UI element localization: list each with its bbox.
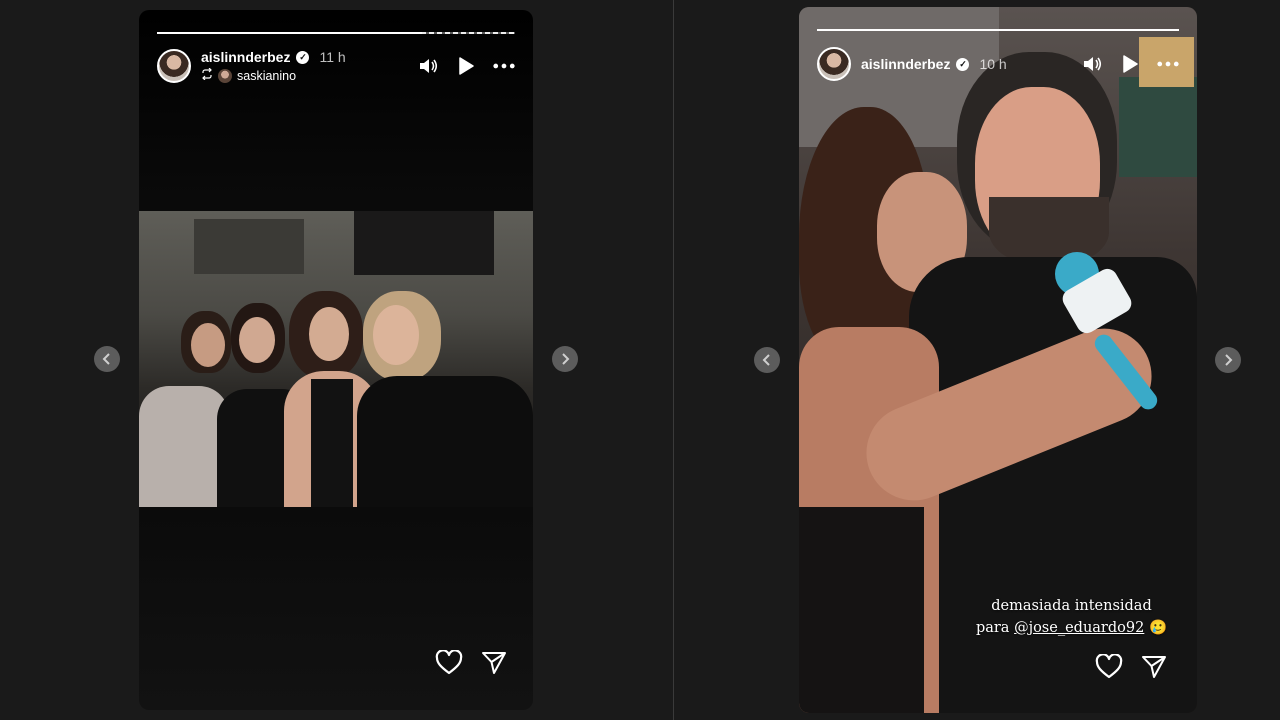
previous-story-button[interactable] (754, 347, 780, 373)
avatar[interactable] (817, 47, 851, 81)
caption-mention[interactable]: @jose_eduardo92 (1014, 620, 1144, 636)
share-icon[interactable] (481, 650, 507, 680)
avatar[interactable] (157, 49, 191, 83)
progress-segment (157, 32, 515, 34)
chevron-right-icon (562, 353, 570, 365)
caption-emoji: 🥲 (1148, 620, 1167, 636)
share-icon[interactable] (1141, 654, 1167, 684)
caption-prefix: para (975, 620, 1010, 636)
more-icon[interactable] (493, 55, 515, 77)
username[interactable]: aislinnderbez (861, 56, 950, 72)
story-progress (157, 32, 515, 34)
more-icon[interactable] (1157, 53, 1179, 75)
progress-fill (817, 29, 1179, 31)
story-card-left[interactable]: aislinnderbez ✓ 11 h saskianino (139, 10, 533, 710)
verified-icon: ✓ (296, 50, 310, 64)
chevron-left-icon (762, 354, 770, 366)
reshare-icon (201, 67, 213, 83)
caption-line-1: demasiada intensidad (991, 598, 1152, 614)
timestamp: 10 h (979, 56, 1007, 72)
reshare-avatar[interactable] (218, 68, 232, 83)
next-story-button[interactable] (1215, 347, 1241, 373)
mute-icon[interactable] (1081, 53, 1103, 75)
divider (673, 0, 674, 720)
story-progress (817, 29, 1179, 31)
progress-segment (817, 29, 1179, 31)
timestamp: 11 h (319, 49, 346, 65)
play-icon[interactable] (1119, 53, 1141, 75)
story-header: aislinnderbez ✓ 10 h (817, 44, 1179, 84)
story-header: aislinnderbez ✓ 11 h saskianino (157, 46, 515, 86)
previous-story-button[interactable] (94, 346, 120, 372)
play-icon[interactable] (455, 55, 477, 77)
progress-fill (157, 32, 422, 34)
mute-icon[interactable] (417, 55, 439, 77)
chevron-left-icon (102, 353, 110, 365)
verified-icon: ✓ (956, 57, 970, 71)
heart-icon[interactable] (1095, 653, 1123, 684)
reshared-username[interactable]: saskianino (237, 69, 296, 83)
heart-icon[interactable] (435, 649, 463, 680)
story-photo (139, 211, 533, 507)
story-card-right[interactable]: aislinnderbez ✓ 10 h demasiada intensida… (799, 7, 1197, 713)
next-story-button[interactable] (552, 346, 578, 372)
story-caption: demasiada intensidad para @jose_eduardo9… (976, 595, 1167, 639)
username[interactable]: aislinnderbez (201, 49, 290, 65)
chevron-right-icon (1225, 354, 1233, 366)
